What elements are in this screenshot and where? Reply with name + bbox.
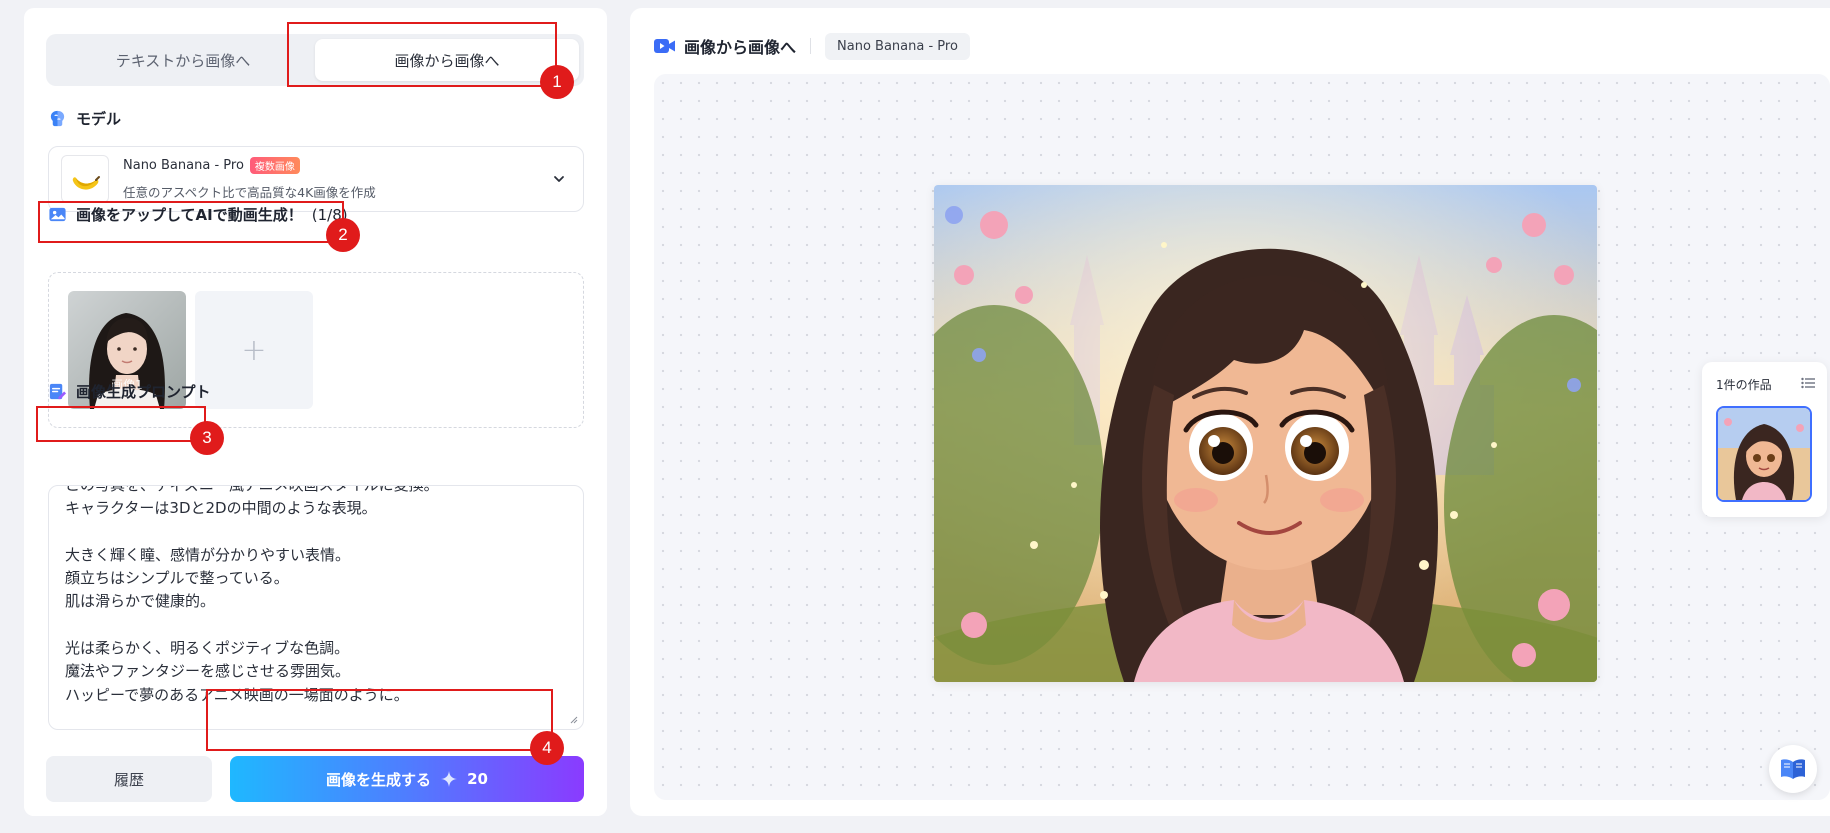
- video-camera-icon: [654, 39, 675, 53]
- right-panel: 画像から画像へ Nano Banana - Pro 1件の作品: [630, 8, 1830, 816]
- prompt-line: 大きく輝く瞳、感情が分かりやすい表情。: [65, 545, 351, 564]
- chevron-down-icon[interactable]: [551, 171, 567, 187]
- model-section-title: モデル: [48, 108, 121, 129]
- model-thumbnail: [61, 155, 109, 203]
- sparkle-icon: [441, 771, 458, 787]
- prompt-line: [65, 521, 567, 544]
- upload-dropzone[interactable]: 画像1 +: [48, 272, 584, 428]
- works-count-label: 1件の作品: [1716, 378, 1772, 392]
- prompt-line: 顔立ちはシンプルで整っている。: [65, 569, 289, 588]
- resize-grip-icon[interactable]: [568, 714, 578, 724]
- annotation-marker-3: 3: [190, 421, 224, 455]
- plus-icon: +: [241, 332, 267, 368]
- annotation-marker-4: 4: [530, 731, 564, 765]
- work-thumbnail[interactable]: [1716, 406, 1812, 502]
- credit-cost: 20: [467, 770, 488, 788]
- annotation-box-4: [206, 689, 553, 751]
- prompt-line: 光は柔らかく、明るくポジティブな色調。: [65, 639, 350, 658]
- right-header: 画像から画像へ Nano Banana - Pro: [654, 30, 970, 62]
- prompt-text: この写真を、ディズニー風アニメ映画スタイルに変換。 キャラクターは3Dと2Dの中…: [65, 485, 567, 707]
- prompt-section-label: 画像生成プロンプト: [76, 383, 211, 401]
- book-icon: [1781, 759, 1805, 779]
- generate-image-button[interactable]: 画像を生成する 20: [230, 756, 584, 802]
- annotation-box-2: [38, 201, 344, 243]
- model-description: 任意のアスペクト比で高品質な4K画像を作成: [123, 185, 376, 200]
- prompt-line: 肌は滑らかで健康的。: [65, 592, 216, 611]
- model-section-label: モデル: [76, 110, 122, 128]
- multi-image-badge: 複数画像: [249, 157, 300, 174]
- tab-text-to-image[interactable]: テキストから画像へ: [51, 39, 315, 81]
- model-info: Nano Banana - Pro 複数画像 任意のアスペクト比で高品質な4K画…: [123, 157, 551, 201]
- prompt-line: この写真を、ディズニー風アニメ映画スタイルに変換。: [65, 485, 439, 494]
- preview-canvas: 1件の作品: [654, 74, 1830, 800]
- prompt-line: [65, 614, 567, 637]
- model-name: Nano Banana - Pro: [123, 158, 244, 173]
- model-name-row: Nano Banana - Pro 複数画像: [123, 157, 551, 174]
- history-button[interactable]: 履歴: [46, 756, 212, 802]
- prompt-line: キャラクターは3Dと2Dの中間のような表現。: [65, 499, 377, 518]
- annotation-box-1: [287, 22, 557, 87]
- generate-label: 画像を生成する: [326, 770, 432, 789]
- brain-icon: [50, 110, 65, 127]
- guide-book-button[interactable]: [1769, 745, 1817, 793]
- annotation-marker-2: 2: [326, 218, 360, 252]
- generated-anime-portrait: [934, 185, 1597, 682]
- prompt-section-title: 画像生成プロンプト: [48, 381, 211, 402]
- add-image-button[interactable]: +: [195, 291, 313, 409]
- annotation-box-3: [36, 406, 206, 442]
- prompt-edit-icon: [49, 383, 67, 400]
- model-chip: Nano Banana - Pro: [825, 32, 970, 60]
- generated-image[interactable]: [934, 185, 1597, 682]
- prompt-line: 魔法やファンタジーを感じさせる雰囲気。: [65, 662, 351, 681]
- header-divider: [810, 38, 812, 54]
- annotation-marker-1: 1: [540, 65, 574, 99]
- banana-icon: [72, 176, 100, 190]
- works-panel: 1件の作品: [1702, 362, 1827, 517]
- work-thumbnail-image: [1718, 408, 1810, 500]
- right-header-title: 画像から画像へ: [684, 38, 797, 57]
- list-icon[interactable]: [1801, 377, 1815, 389]
